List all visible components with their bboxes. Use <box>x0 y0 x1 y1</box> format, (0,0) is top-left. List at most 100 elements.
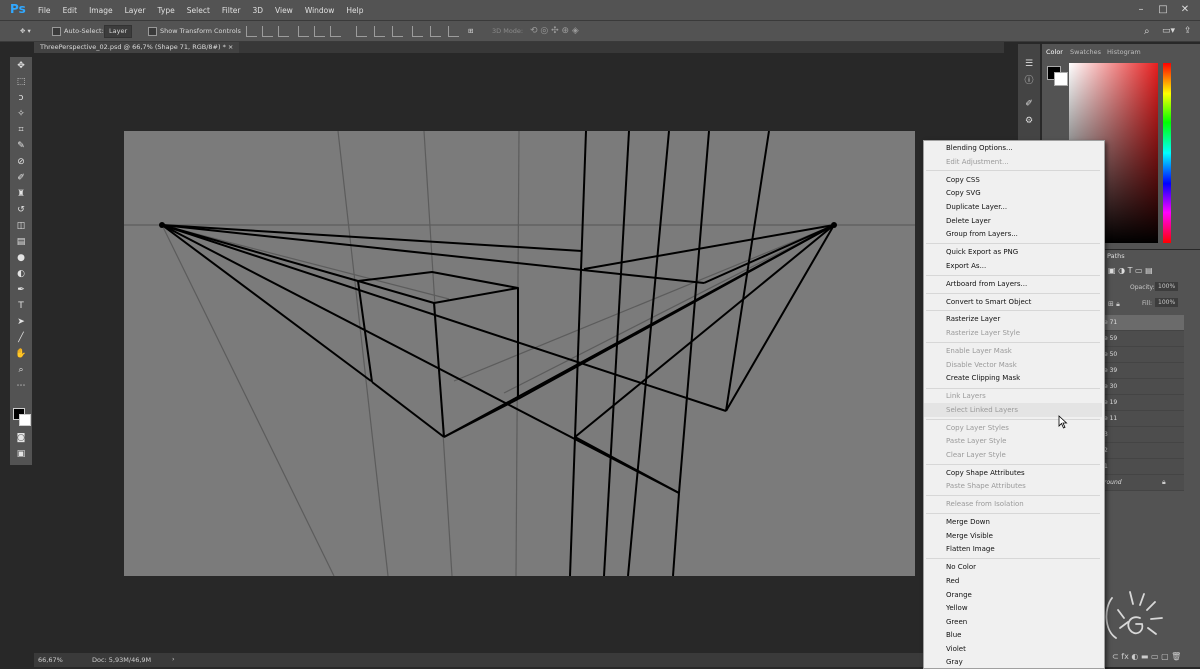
distribute-right-icon[interactable] <box>448 26 459 37</box>
menu-item-edit-adjustment[interactable]: Edit Adjustment... <box>946 156 1009 168</box>
3d-orbit-icon[interactable]: ⟲ ◎ ✣ ⊕ ◈ <box>530 21 579 41</box>
align-left-icon[interactable] <box>298 26 309 37</box>
workspace-icon[interactable]: ▭▾ <box>1162 21 1175 41</box>
lock-icon[interactable]: ⊞ 🔒︎ <box>1108 300 1120 309</box>
distribute-top-icon[interactable] <box>356 26 367 37</box>
menu-item-rasterize-layer-style[interactable]: Rasterize Layer Style <box>946 327 1020 339</box>
menu-file[interactable]: File <box>38 6 51 15</box>
status-arrow-icon[interactable]: › <box>172 655 175 663</box>
menu-item-red[interactable]: Red <box>946 575 959 587</box>
menu-window[interactable]: Window <box>305 6 335 15</box>
layer-row-background[interactable]: round <box>1100 475 1184 491</box>
layer-row[interactable]: e 39 <box>1100 363 1184 379</box>
background-color-swatch[interactable] <box>19 414 31 426</box>
menu-item-no-color[interactable]: No Color <box>946 561 976 573</box>
align-top-icon[interactable] <box>246 26 257 37</box>
document-canvas[interactable] <box>124 130 915 577</box>
menu-item-create-clipping-mask[interactable]: Create Clipping Mask <box>946 372 1020 384</box>
menu-item-rasterize-layer[interactable]: Rasterize Layer <box>946 313 1000 325</box>
align-vcenter-icon[interactable] <box>262 26 273 37</box>
layer-row[interactable]: e 19 <box>1100 395 1184 411</box>
type-tool-icon[interactable]: T <box>15 300 27 312</box>
menu-item-disable-vector-mask[interactable]: Disable Vector Mask <box>946 359 1017 371</box>
brush-settings-icon[interactable]: ✐ <box>1023 98 1035 110</box>
layer-dropdown[interactable]: Layer <box>104 21 133 41</box>
menu-item-export-as[interactable]: Export As... <box>946 260 986 272</box>
menu-item-release-from-isolation[interactable]: Release from Isolation <box>946 498 1024 510</box>
distribute-vcenter-icon[interactable] <box>374 26 385 37</box>
quick-mask-icon[interactable]: ◙ <box>15 432 27 444</box>
menu-item-flatten-image[interactable]: Flatten Image <box>946 543 995 555</box>
menu-item-orange[interactable]: Orange <box>946 589 972 601</box>
distribute-left-icon[interactable] <box>412 26 423 37</box>
move-tool-icon[interactable]: ✥ <box>15 60 27 72</box>
brush-tool-icon[interactable]: ✐ <box>15 172 27 184</box>
auto-select-checkbox[interactable]: Auto-Select: <box>52 21 104 41</box>
menu-item-copy-shape-attributes[interactable]: Copy Shape Attributes <box>946 467 1025 479</box>
menu-item-quick-export-png[interactable]: Quick Export as PNG <box>946 246 1018 258</box>
tab-swatches[interactable]: Swatches <box>1070 48 1101 56</box>
layer-row[interactable]: 1 <box>1100 459 1184 475</box>
menu-item-delete-layer[interactable]: Delete Layer <box>946 215 991 227</box>
gradient-tool-icon[interactable]: ▤ <box>15 236 27 248</box>
layer-actions-icons[interactable]: ⊂ fx ◐ ▬ ▭ ▢ 🗑︎ <box>1112 652 1181 661</box>
auto-align-icon[interactable]: ⊞ <box>468 21 473 41</box>
lasso-tool-icon[interactable]: ↄ <box>15 92 27 104</box>
healing-brush-icon[interactable]: ⊘ <box>15 156 27 168</box>
layer-row[interactable]: 2 <box>1100 443 1184 459</box>
menu-item-copy-layer-styles[interactable]: Copy Layer Styles <box>946 422 1009 434</box>
menu-item-artboard-from-layers[interactable]: Artboard from Layers... <box>946 278 1027 290</box>
minimize-button[interactable]: – <box>1134 3 1148 17</box>
menu-image[interactable]: Image <box>89 6 113 15</box>
layer-row[interactable]: e 50 <box>1100 347 1184 363</box>
line-tool-icon[interactable]: ╱ <box>15 332 27 344</box>
menu-edit[interactable]: Edit <box>63 6 78 15</box>
tab-color[interactable]: Color <box>1046 48 1063 56</box>
menu-item-gray[interactable]: Gray <box>946 656 963 668</box>
menu-item-duplicate-layer[interactable]: Duplicate Layer... <box>946 201 1007 213</box>
adjustments-icon[interactable]: ⚙ <box>1023 115 1035 127</box>
dodge-tool-icon[interactable]: ◐ <box>15 268 27 280</box>
menu-select[interactable]: Select <box>187 6 210 15</box>
eraser-icon[interactable]: ◫ <box>15 220 27 232</box>
menu-item-clear-layer-style[interactable]: Clear Layer Style <box>946 449 1006 461</box>
menu-item-copy-svg[interactable]: Copy SVG <box>946 187 981 199</box>
pen-tool-icon[interactable]: ✒ <box>15 284 27 296</box>
menu-item-paste-layer-style[interactable]: Paste Layer Style <box>946 435 1006 447</box>
menu-help[interactable]: Help <box>346 6 363 15</box>
menu-item-enable-layer-mask[interactable]: Enable Layer Mask <box>946 345 1012 357</box>
layer-row[interactable]: e 30 <box>1100 379 1184 395</box>
tab-paths[interactable]: Paths <box>1107 252 1125 260</box>
layer-filter-icons[interactable]: ▣ ◑ T ▭ ▤ <box>1108 266 1153 275</box>
hue-slider[interactable] <box>1163 63 1171 243</box>
align-bottom-icon[interactable] <box>278 26 289 37</box>
menu-item-copy-css[interactable]: Copy CSS <box>946 174 980 186</box>
menu-3d[interactable]: 3D <box>252 6 263 15</box>
maximize-button[interactable]: □ <box>1156 3 1170 17</box>
menu-item-merge-down[interactable]: Merge Down <box>946 516 990 528</box>
history-icon[interactable]: ☰ <box>1023 58 1035 70</box>
document-tab[interactable]: ThreePerspective_02.psd @ 66,7% (Shape 7… <box>34 42 240 53</box>
layer-row[interactable]: e 71 <box>1100 315 1184 331</box>
search-icon[interactable]: ⌕ <box>1144 21 1150 41</box>
clone-stamp-icon[interactable]: ♜ <box>15 188 27 200</box>
distribute-hcenter-icon[interactable] <box>430 26 441 37</box>
menu-item-paste-shape-attributes[interactable]: Paste Shape Attributes <box>946 480 1026 492</box>
close-button[interactable]: ✕ <box>1178 3 1192 17</box>
opacity-field[interactable]: 100% <box>1155 282 1179 291</box>
eyedropper-icon[interactable]: ✎ <box>15 140 27 152</box>
menu-view[interactable]: View <box>275 6 293 15</box>
zoom-tool-icon[interactable]: ⌕ <box>15 364 27 376</box>
blur-tool-icon[interactable]: ● <box>15 252 27 264</box>
info-icon[interactable]: ⓘ <box>1023 75 1035 87</box>
menu-type[interactable]: Type <box>158 6 175 15</box>
menu-item-select-linked-layers[interactable]: Select Linked Layers <box>946 404 1018 416</box>
magic-wand-icon[interactable]: ✧ <box>15 108 27 120</box>
distribute-bottom-icon[interactable] <box>392 26 403 37</box>
fill-field[interactable]: 100% <box>1155 298 1179 307</box>
move-tool-icon[interactable]: ✥ ▾ <box>20 21 31 41</box>
menu-item-merge-visible[interactable]: Merge Visible <box>946 530 993 542</box>
screen-mode-icon[interactable]: ▣ <box>15 448 27 460</box>
path-selection-icon[interactable]: ➤ <box>15 316 27 328</box>
menu-item-group-from-layers[interactable]: Group from Layers... <box>946 228 1018 240</box>
